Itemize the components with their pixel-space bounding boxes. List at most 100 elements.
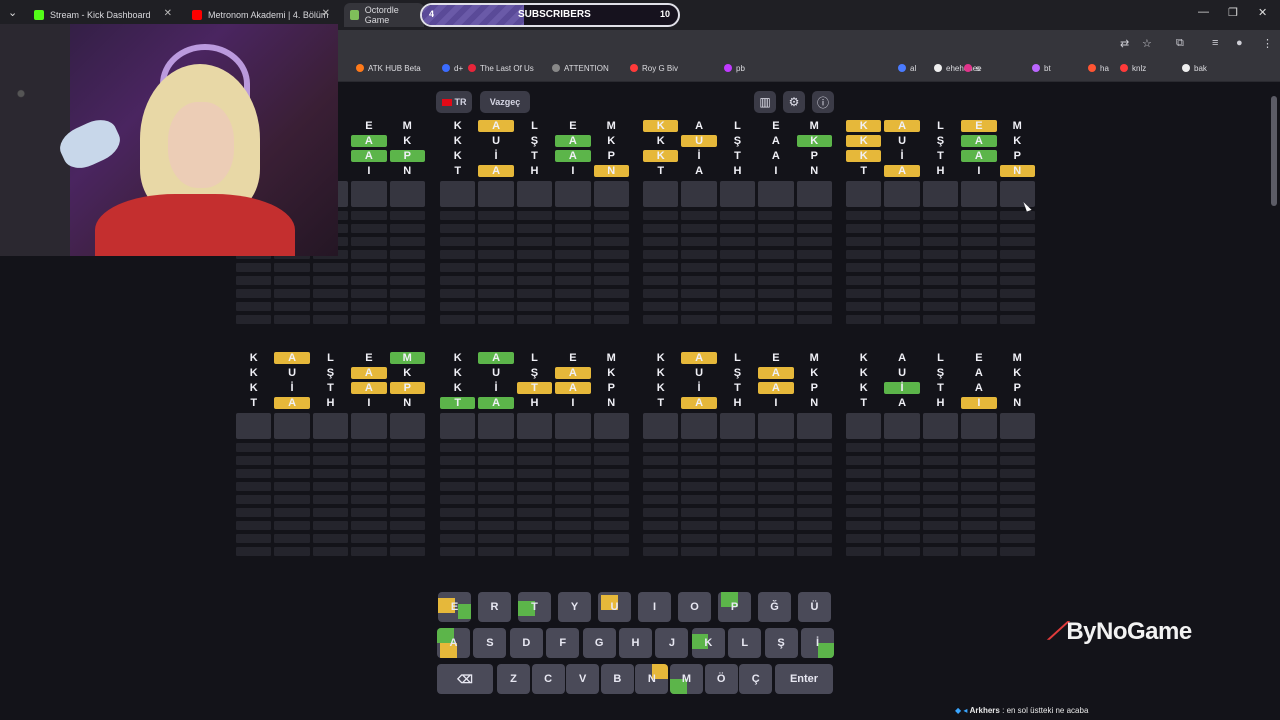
enter-key[interactable]: Enter — [775, 664, 833, 694]
empty-tile — [555, 263, 591, 272]
bookmark-item[interactable]: ATK HUB Beta — [356, 64, 421, 73]
empty-tile — [516, 469, 553, 478]
empty-tile — [796, 482, 832, 491]
key-v[interactable]: V — [566, 664, 600, 694]
tab-octordle[interactable]: Octordle Game — [344, 3, 424, 27]
page-scrollbar[interactable] — [1270, 86, 1278, 716]
stats-icon[interactable]: ▥ — [754, 91, 776, 113]
letter-tile: H — [936, 165, 945, 177]
media-icon[interactable]: ≡ — [1212, 37, 1218, 49]
info-icon[interactable]: ⓘ — [812, 91, 834, 113]
key-y[interactable]: Y — [558, 592, 591, 622]
key-h[interactable]: H — [619, 628, 652, 658]
bookmark-item[interactable]: ATTENTION — [552, 64, 609, 73]
bookmark-star-icon[interactable]: ☆ — [1142, 37, 1152, 50]
key-ğ[interactable]: Ğ — [758, 592, 791, 622]
empty-tile — [922, 237, 959, 246]
empty-tile — [884, 413, 920, 439]
key-i̇[interactable]: İ — [801, 628, 834, 658]
empty-tile — [796, 181, 832, 207]
language-button[interactable]: TR — [436, 91, 472, 113]
restore-icon[interactable]: ❐ — [1228, 6, 1238, 19]
empty-tile — [236, 315, 272, 324]
bookmark-favicon-icon — [1120, 64, 1128, 72]
bookmark-item[interactable]: The Last Of Us — [468, 64, 534, 73]
bookmark-item[interactable]: s — [964, 64, 980, 73]
close-icon[interactable]: ✕ — [322, 8, 330, 19]
key-l[interactable]: L — [728, 628, 762, 658]
bookmark-item[interactable]: knlz — [1120, 64, 1146, 73]
key-p[interactable]: P — [718, 592, 751, 622]
bookmark-item[interactable]: d+ — [442, 64, 463, 73]
empty-tile — [922, 495, 959, 504]
letter-tile: P — [810, 150, 818, 162]
key-ç[interactable]: Ç — [739, 664, 773, 694]
key-ş[interactable]: Ş — [764, 628, 798, 658]
empty-tile — [440, 521, 476, 530]
key-r[interactable]: R — [478, 592, 511, 622]
key-label: O — [690, 601, 699, 613]
extensions-icon[interactable]: ⧉ — [1176, 37, 1184, 50]
key-g[interactable]: G — [582, 628, 616, 658]
key-f[interactable]: F — [546, 628, 580, 658]
empty-tile — [846, 521, 882, 530]
letter-tile: L — [734, 120, 741, 132]
bookmark-item[interactable]: Roy G Biv — [630, 64, 678, 73]
key-b[interactable]: B — [600, 664, 634, 694]
empty-tile — [796, 237, 832, 246]
letter-tile: İ — [884, 382, 920, 394]
window-close-icon[interactable]: ✕ — [1258, 6, 1267, 19]
key-d[interactable]: D — [509, 628, 543, 658]
key-u[interactable]: U — [598, 592, 631, 622]
bookmark-item[interactable]: bt — [1032, 64, 1051, 73]
profile-avatar-icon[interactable]: ● — [1236, 37, 1243, 49]
bookmark-item[interactable]: bak — [1182, 64, 1207, 73]
key-j[interactable]: J — [655, 628, 689, 658]
empty-tile — [516, 413, 553, 439]
backspace-key[interactable]: ⌫ — [437, 664, 493, 694]
letter-tile: K — [1013, 135, 1022, 147]
bookmark-item[interactable]: pb — [724, 64, 745, 73]
empty-tile — [999, 482, 1035, 491]
key-m[interactable]: M — [670, 664, 703, 694]
tab-list-icon[interactable]: ⌄ — [8, 6, 17, 19]
empty-tile — [758, 224, 794, 233]
letter-tile: K — [859, 352, 868, 364]
empty-tile — [312, 443, 349, 452]
key-z[interactable]: Z — [497, 664, 530, 694]
empty-tile — [796, 534, 832, 543]
future-row — [440, 469, 630, 478]
empty-tile — [961, 250, 997, 259]
future-row — [440, 250, 630, 259]
settings-icon[interactable]: ⚙ — [783, 91, 805, 113]
key-s[interactable]: S — [473, 628, 507, 658]
bookmark-item[interactable]: al — [898, 64, 916, 73]
empty-tile — [351, 413, 387, 439]
empty-tile — [999, 469, 1035, 478]
empty-tile — [236, 495, 272, 504]
key-ö[interactable]: Ö — [704, 664, 738, 694]
close-icon[interactable]: ✕ — [164, 8, 172, 19]
key-t[interactable]: T — [518, 592, 551, 622]
key-n[interactable]: N — [635, 664, 669, 694]
bookmark-item[interactable]: ha — [1088, 64, 1109, 73]
empty-tile — [643, 224, 679, 233]
letter-tile: N — [607, 397, 616, 409]
letter-tile: A — [884, 120, 920, 132]
minimize-icon[interactable]: — — [1198, 6, 1209, 18]
give-up-button[interactable]: Vazgeç — [480, 91, 530, 113]
menu-icon[interactable]: ⋮ — [1262, 37, 1273, 50]
empty-tile — [274, 443, 310, 452]
key-e[interactable]: E — [438, 592, 471, 622]
key-k[interactable]: K — [691, 628, 725, 658]
key-i[interactable]: I — [638, 592, 671, 622]
scrollbar-thumb[interactable] — [1271, 96, 1277, 206]
key-o[interactable]: O — [678, 592, 711, 622]
empty-tile — [440, 276, 476, 285]
empty-tile — [719, 547, 756, 556]
key-c[interactable]: C — [531, 664, 565, 694]
empty-tile — [643, 413, 679, 439]
key-a[interactable]: A — [437, 628, 470, 658]
key-ü[interactable]: Ü — [798, 592, 831, 622]
translate-icon[interactable]: ⇄ — [1120, 37, 1129, 50]
